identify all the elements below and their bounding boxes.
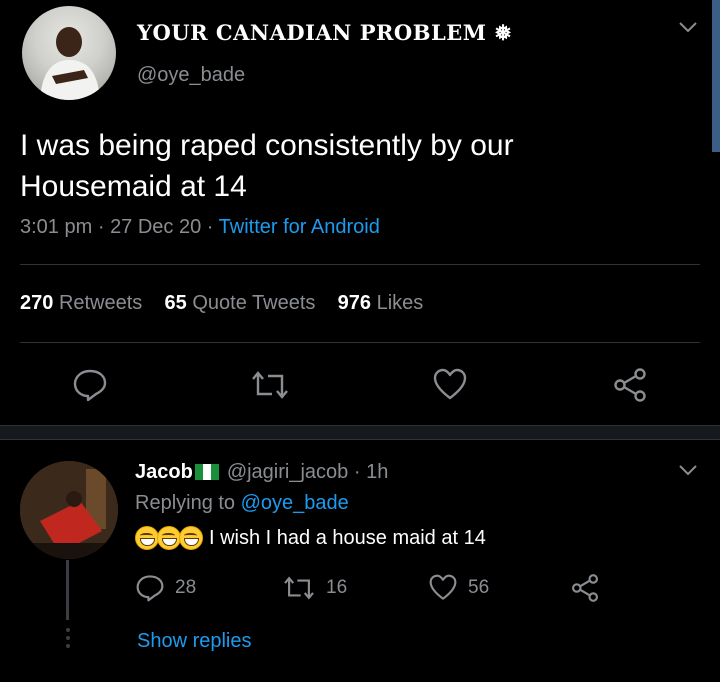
grinning-emoji-icon: [135, 526, 159, 550]
quote-tweets-stat[interactable]: 65 Quote Tweets: [165, 292, 316, 314]
show-replies-link[interactable]: Show replies: [137, 630, 252, 653]
grinning-emoji-icon: [157, 526, 181, 550]
like-icon: [428, 574, 458, 602]
nigeria-flag-icon: [194, 464, 219, 480]
meta-separator: ·: [353, 461, 361, 483]
reply-retweet-button[interactable]: 16: [282, 574, 347, 602]
author-avatar[interactable]: [22, 6, 116, 100]
reply-count: 28: [175, 577, 197, 598]
reply-like-button[interactable]: 56: [428, 574, 489, 602]
retweets-stat[interactable]: 270 Retweets: [20, 292, 142, 314]
tweet-time: 3:01 pm: [20, 216, 93, 238]
section-separator: [0, 425, 720, 440]
like-icon[interactable]: [432, 368, 468, 402]
chevron-down-icon[interactable]: [678, 463, 698, 477]
tweet-date: 27 Dec 20: [110, 216, 202, 238]
reply-text: I wish I had a house maid at 14: [209, 526, 486, 549]
tweet-source-link[interactable]: Twitter for Android: [219, 216, 380, 238]
replying-to-label: Replying to: [135, 492, 236, 514]
author-display-name[interactable]: YOUR CANADIAN PROBLEM ❅: [137, 20, 512, 45]
thread-line: [66, 560, 69, 620]
thread-more-dots[interactable]: [64, 626, 72, 650]
reply-share-button[interactable]: [570, 574, 600, 602]
replying-to: Replying to @oye_bade: [135, 492, 349, 515]
likes-stat[interactable]: 976 Likes: [338, 292, 424, 314]
share-icon: [570, 574, 600, 602]
reply-author-avatar[interactable]: [20, 461, 118, 559]
reply-author-handle[interactable]: @jagiri_jacob: [227, 461, 348, 483]
reply-icon[interactable]: [72, 368, 108, 402]
tweet-meta: 3:01 pm · 27 Dec 20 · Twitter for Androi…: [20, 216, 380, 239]
grinning-emoji-icon: [179, 526, 203, 550]
meta-separator: ·: [97, 216, 105, 238]
reply-header: Jacob @jagiri_jacob · 1h: [135, 461, 388, 484]
replying-to-handle[interactable]: @oye_bade: [241, 492, 349, 514]
author-handle[interactable]: @oye_bade: [137, 64, 245, 87]
reply-time: 1h: [366, 461, 389, 483]
divider: [20, 342, 700, 343]
reply-reply-button[interactable]: 28: [135, 574, 196, 602]
meta-separator: ·: [206, 216, 214, 238]
retweet-icon[interactable]: [250, 368, 290, 402]
reply-body: I wish I had a house maid at 14: [135, 526, 486, 550]
retweet-icon: [282, 574, 316, 602]
tweet-stats: 270 Retweets 65 Quote Tweets 976 Likes: [20, 292, 423, 315]
scrollbar[interactable]: [712, 0, 720, 152]
divider: [20, 264, 700, 265]
share-icon[interactable]: [612, 368, 648, 402]
tweet-text: I was being raped consistently by our Ho…: [20, 129, 514, 203]
retweet-count: 16: [326, 577, 348, 598]
reply-author-name[interactable]: Jacob: [135, 461, 193, 483]
like-count: 56: [468, 577, 490, 598]
chevron-down-icon[interactable]: [678, 20, 698, 34]
reply-icon: [135, 574, 165, 602]
